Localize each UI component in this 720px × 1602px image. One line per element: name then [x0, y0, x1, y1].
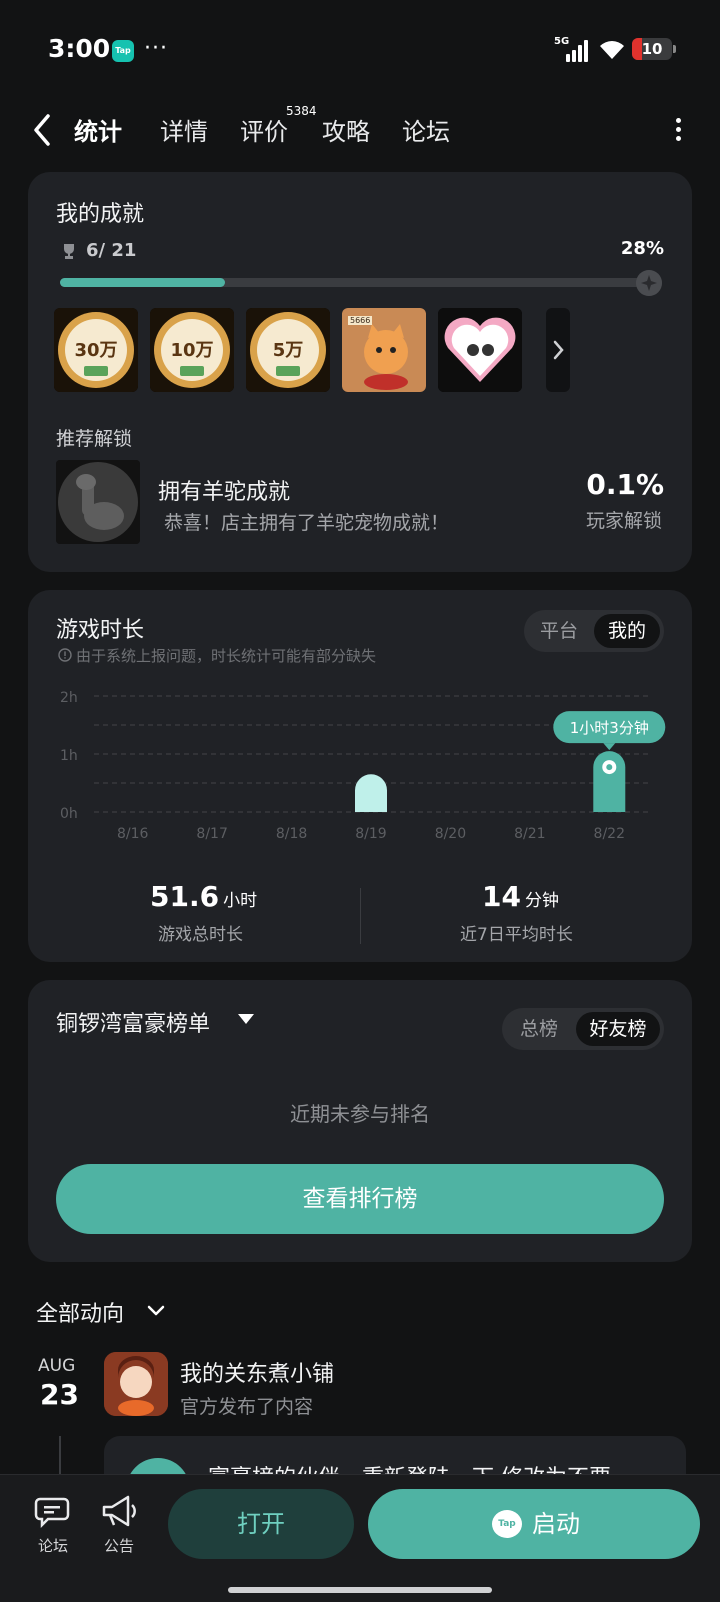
- tab-reviews[interactable]: 评价: [240, 112, 288, 147]
- chart-xtick-label: 8/22: [594, 826, 625, 842]
- wifi-icon: [600, 41, 624, 59]
- tab-forum[interactable]: 论坛: [402, 112, 450, 147]
- chart-xtick-label: 8/20: [435, 826, 466, 842]
- recommend-title: 拥有羊驼成就: [158, 480, 291, 505]
- recommend-unlock-rate-label: 玩家解锁: [585, 510, 662, 532]
- more-notifications-icon: ···: [144, 36, 168, 61]
- game-avatar[interactable]: [104, 1352, 168, 1416]
- toggle-overall[interactable]: 总榜: [506, 1012, 572, 1046]
- badge-label: 5666: [348, 316, 373, 325]
- chart-tooltip-label: 1小时3分钟: [570, 719, 649, 737]
- feed-day: 23: [40, 1378, 79, 1411]
- chevron-down-icon[interactable]: [146, 1300, 166, 1320]
- playtime-title: 游戏时长: [56, 618, 145, 643]
- badge-label: 10万: [170, 340, 214, 361]
- taptap-logo-icon: Tap: [492, 1510, 522, 1538]
- reviews-count-badge: 5384: [286, 104, 317, 118]
- playtime-toggle: 平台 我的: [524, 610, 664, 652]
- achievement-badge-heart-couple[interactable]: [438, 308, 522, 392]
- achievement-badge-cat[interactable]: 5666: [342, 308, 426, 392]
- alpaca-icon: [56, 460, 140, 544]
- recommend-desc: 恭喜！店主拥有了羊驼宠物成就！: [164, 512, 450, 534]
- chevron-right-icon[interactable]: [546, 308, 570, 392]
- megaphone-icon[interactable]: [100, 1493, 140, 1529]
- forum-icon[interactable]: [34, 1493, 74, 1529]
- home-indicator[interactable]: [228, 1587, 492, 1593]
- achievement-badge-coin-5w[interactable]: 5万: [246, 308, 330, 392]
- signal-icon: 5G: [554, 36, 590, 62]
- toggle-friends[interactable]: 好友榜: [576, 1012, 660, 1046]
- badge-label: 30万: [74, 340, 118, 361]
- total-playtime-label: 游戏总时长: [158, 925, 243, 945]
- status-time: 3:00: [48, 34, 111, 63]
- total-playtime-unit: 小时: [223, 891, 258, 911]
- avg-playtime-value: 14: [482, 880, 521, 913]
- playtime-bar-chart: 0h 1h 2h 8/16 8/17 8/18 8/19 8/20 8/21 8/22 1小时3分钟: [60, 690, 666, 842]
- achievement-badge-coin-30w[interactable]: 30万: [54, 308, 138, 392]
- achievements-progress-fill: [60, 278, 226, 287]
- feed-filter[interactable]: 全部动向: [36, 1296, 124, 1328]
- open-button[interactable]: 打开: [168, 1489, 354, 1559]
- achievement-badge-coin-10w[interactable]: 10万: [150, 308, 234, 392]
- playtime-card: 游戏时长 由于系统上报问题，时长统计可能有部分缺失 平台 我的 0h 1h 2h 8/…: [28, 590, 692, 962]
- recommend-unlock-rate: 0.1%: [586, 468, 664, 501]
- chart-bar: [355, 774, 387, 812]
- achievements-card[interactable]: 我的成就 6/ 21 28% 30万 10万 5万 5666 推荐解锁 拥有羊驼…: [28, 172, 692, 572]
- chart-ytick-label: 2h: [60, 690, 78, 706]
- achievements-title: 我的成就: [56, 202, 145, 227]
- top-tab-bar: 统计 详情 评价 5384 攻略 论坛: [0, 100, 720, 164]
- recommend-unlock-label: 推荐解锁: [56, 428, 133, 450]
- chart-xtick-label: 8/19: [355, 826, 386, 842]
- trophy-icon: [64, 244, 74, 259]
- taptap-status-icon: Tap: [112, 40, 134, 62]
- feed-game-sub: 官方发布了内容: [180, 1396, 314, 1418]
- feed-month: AUG: [38, 1356, 76, 1376]
- leaderboard-card: 铜锣湾富豪榜单 总榜 好友榜 近期未参与排名 查看排行榜: [28, 980, 692, 1262]
- status-bar: 3:00 Tap ··· 5G 10: [0, 0, 720, 100]
- feed-game-name[interactable]: 我的关东煮小铺: [180, 1356, 334, 1388]
- achievements-count: 6/ 21: [86, 240, 137, 261]
- chart-ytick-label: 1h: [60, 748, 78, 764]
- network-type: 5G: [554, 36, 570, 47]
- forum-label[interactable]: 论坛: [38, 1535, 68, 1556]
- avg-playtime-label: 近7日平均时长: [460, 925, 573, 945]
- battery-level: 10: [641, 40, 663, 58]
- toggle-mine[interactable]: 我的: [594, 614, 660, 648]
- chart-bar-marker-dot: [606, 764, 613, 771]
- chart-xtick-label: 8/17: [196, 826, 227, 842]
- leaderboard-title[interactable]: 铜锣湾富豪榜单: [56, 1006, 210, 1038]
- tab-details[interactable]: 详情: [160, 112, 208, 147]
- back-icon[interactable]: [26, 108, 60, 152]
- avg-playtime: 14 分钟: [482, 880, 559, 913]
- chart-ytick-label: 0h: [60, 806, 78, 822]
- stat-divider: [360, 888, 361, 944]
- caret-down-icon[interactable]: [238, 1014, 254, 1024]
- leaderboard-empty-text: 近期未参与排名: [290, 1102, 430, 1126]
- badge-label: 5万: [272, 340, 304, 361]
- total-playtime: 51.6 小时: [150, 880, 257, 913]
- leaderboard-toggle: 总榜 好友榜: [502, 1008, 664, 1050]
- total-playtime-value: 51.6: [150, 880, 220, 913]
- start-button[interactable]: Tap 启动: [368, 1489, 700, 1559]
- playtime-warning: 由于系统上报问题，时长统计可能有部分缺失: [76, 647, 377, 665]
- achievements-percent: 28%: [620, 238, 664, 259]
- toggle-platform[interactable]: 平台: [528, 614, 590, 648]
- view-leaderboard-button[interactable]: 查看排行榜: [56, 1164, 664, 1234]
- chart-tooltip-pointer: [603, 743, 616, 751]
- tab-guides[interactable]: 攻略: [322, 112, 370, 147]
- avg-playtime-unit: 分钟: [524, 891, 559, 911]
- bottom-action-bar: 论坛 公告 打开 Tap 启动: [0, 1474, 720, 1602]
- info-icon: [58, 648, 72, 662]
- chart-xtick-label: 8/21: [514, 826, 545, 842]
- more-options-icon[interactable]: [668, 116, 688, 144]
- achievements-progress-bar: [60, 278, 650, 287]
- battery-icon: 10: [632, 38, 672, 60]
- chart-xtick-label: 8/16: [117, 826, 149, 842]
- notice-label[interactable]: 公告: [104, 1535, 134, 1556]
- star-end-icon: [636, 270, 662, 296]
- start-button-label: 启动: [532, 1510, 580, 1538]
- tab-stats[interactable]: 统计: [74, 112, 122, 147]
- chart-xtick-label: 8/18: [276, 826, 307, 842]
